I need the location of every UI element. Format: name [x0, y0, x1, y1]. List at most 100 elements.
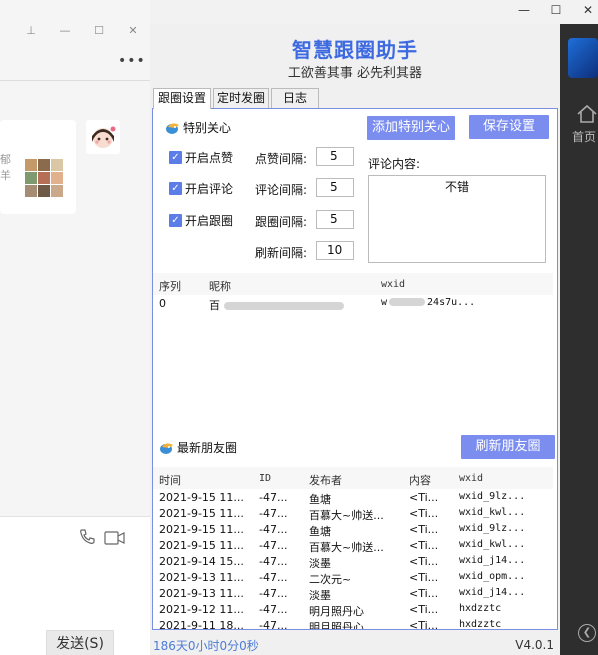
pin-icon[interactable]: ⊥: [24, 24, 38, 38]
cell-id: -47...: [259, 491, 288, 504]
checkbox-label: 开启评论: [185, 182, 234, 196]
cell-nickname: 百: [209, 297, 344, 313]
checkbox-label: 开启点赞: [185, 151, 234, 165]
table-row[interactable]: 2021-9-11 18... -47... 明月照丹心 <Ti... hxdz…: [153, 619, 553, 629]
cell-author: 淡墨: [309, 557, 331, 570]
col-wxid: wxid: [381, 279, 406, 290]
table-row[interactable]: 2021-9-15 11... -47... 鱼塘 <Ti... wxid_9l…: [153, 523, 553, 539]
cell-id: -47...: [259, 571, 288, 584]
cell-content: <Ti...: [409, 603, 439, 616]
refresh-moments-button[interactable]: 刷新朋友圈: [461, 435, 555, 459]
table-row[interactable]: 2021-9-13 11... -47... 淡墨 <Ti... wxid_j1…: [153, 587, 553, 603]
minimize-icon[interactable]: —: [58, 24, 72, 38]
cell-author: 明月照丹心: [309, 605, 364, 618]
tab-follow-settings[interactable]: 跟圈设置: [153, 88, 211, 109]
cell-author: 鱼塘: [309, 525, 331, 538]
chat-titlebar: ⊥ — ☐ ✕: [0, 18, 150, 48]
cell-time: 2021-9-13 11...: [159, 571, 244, 584]
like-interval-input[interactable]: 5: [316, 147, 354, 166]
cell-time: 2021-9-15 11...: [159, 539, 244, 552]
version-label: V4.0.1: [515, 638, 554, 652]
cell-content: <Ti...: [409, 507, 439, 520]
app-subtitle: 工欲善其事 必先利其器: [287, 66, 423, 81]
desktop: ⊥ — ☐ ✕ ••• 郁 羊 发送(S) — ☐ ✕ 首页 ❮ 智慧跟圈助手 …: [0, 0, 598, 655]
app-close-icon[interactable]: ✕: [580, 2, 596, 18]
phone-icon[interactable]: [78, 528, 96, 549]
table-row[interactable]: 2021-9-15 11... -47... 百慕大~帅送... <Ti... …: [153, 507, 553, 523]
chat-window: ⊥ — ☐ ✕ ••• 郁 羊 发送(S): [0, 0, 150, 655]
enable-follow-checkbox[interactable]: ✓ 开启跟圈: [169, 212, 233, 229]
table-row[interactable]: 2021-9-12 11... -47... 明月照丹心 <Ti... hxdz…: [153, 603, 553, 619]
moments-title: 最新朋友圈: [177, 441, 238, 455]
cell-time: 2021-9-12 11...: [159, 603, 244, 616]
message-text: 郁 羊: [0, 153, 11, 182]
add-special-care-button[interactable]: 添加特别关心: [367, 116, 455, 140]
cell-time: 2021-9-14 15...: [159, 555, 244, 568]
more-options-icon[interactable]: •••: [118, 53, 146, 69]
cell-wxid: wxid_j14...: [459, 555, 526, 566]
col-content: 内容: [409, 474, 431, 487]
follow-interval-input[interactable]: 5: [316, 210, 354, 229]
cell-author: 百慕大~帅送...: [309, 509, 384, 522]
cell-wxid: hxdzztc: [459, 603, 502, 614]
back-icon[interactable]: ❮: [578, 624, 596, 642]
cell-wxid: wxid_kwl...: [459, 507, 526, 518]
refresh-interval-input[interactable]: 10: [316, 241, 354, 260]
table-row[interactable]: 0 百 w 24s7u...: [153, 297, 553, 313]
cell-content: <Ti...: [409, 523, 439, 536]
table-row[interactable]: 2021-9-15 11... -47... 鱼塘 <Ti... wxid_9l…: [153, 491, 553, 507]
right-sidebar: 首页 ❮: [560, 24, 598, 655]
elapsed-time: 186天0小时0分0秒: [153, 639, 259, 653]
cell-id: -47...: [259, 555, 288, 568]
cell-wxid: w 24s7u...: [381, 297, 476, 308]
cell-time: 2021-9-11 18...: [159, 619, 244, 629]
follow-interval-label: 跟圈间隔:: [255, 215, 308, 229]
comment-content-label: 评论内容:: [368, 157, 421, 171]
comment-content-input[interactable]: 不错: [368, 175, 546, 263]
app-title: 智慧跟圈助手: [292, 38, 418, 62]
message-bubble[interactable]: 郁 羊: [0, 120, 76, 214]
cell-content: <Ti...: [409, 571, 439, 584]
status-bar: 186天0小时0分0秒 V4.0.1: [150, 634, 560, 655]
comment-interval-label: 评论间隔:: [255, 183, 308, 197]
bird-icon: [166, 122, 179, 134]
home-icon[interactable]: [576, 104, 598, 124]
app-window: 智慧跟圈助手 工欲善其事 必先利其器 跟圈设置 定时发圈 日志 特别关心 添加特…: [150, 24, 560, 655]
comment-interval-input[interactable]: 5: [316, 178, 354, 197]
col-nickname: 昵称: [209, 280, 231, 293]
app-maximize-icon[interactable]: ☐: [548, 2, 564, 18]
col-index: 序列: [159, 280, 181, 293]
video-call-icon[interactable]: [104, 531, 126, 548]
home-label[interactable]: 首页: [572, 128, 596, 145]
send-button[interactable]: 发送(S): [46, 630, 114, 655]
cell-content: <Ti...: [409, 555, 439, 568]
cell-content: <Ti...: [409, 587, 439, 600]
moments-table-header: 时间 ID 发布者 内容 wxid: [153, 467, 553, 489]
cell-time: 2021-9-13 11...: [159, 587, 244, 600]
enable-like-checkbox[interactable]: ✓ 开启点赞: [169, 149, 233, 166]
cell-author: 鱼塘: [309, 493, 331, 506]
close-icon[interactable]: ✕: [126, 24, 140, 38]
cell-content: <Ti...: [409, 619, 439, 629]
settings-panel: 特别关心 添加特别关心 保存设置 ✓ 开启点赞 ✓ 开启评论 ✓ 开启跟圈 点赞…: [152, 108, 558, 630]
cell-wxid: wxid_9lz...: [459, 523, 526, 534]
special-care-title: 特别关心: [183, 121, 232, 135]
cell-time: 2021-9-15 11...: [159, 507, 244, 520]
table-row[interactable]: 2021-9-13 11... -47... 二次元~ <Ti... wxid_…: [153, 571, 553, 587]
tab-log[interactable]: 日志: [271, 88, 319, 108]
save-settings-button[interactable]: 保存设置: [469, 115, 549, 139]
table-row[interactable]: 2021-9-14 15... -47... 淡墨 <Ti... wxid_j1…: [153, 555, 553, 571]
maximize-icon[interactable]: ☐: [92, 24, 106, 38]
avatar[interactable]: [86, 120, 120, 154]
cell-author: 明月照丹心: [309, 621, 364, 629]
table-row[interactable]: 2021-9-15 11... -47... 百慕大~帅送... <Ti... …: [153, 539, 553, 555]
col-author: 发布者: [309, 474, 342, 487]
cell-id: -47...: [259, 587, 288, 600]
app-minimize-icon[interactable]: —: [516, 2, 532, 18]
cell-author: 二次元~: [309, 573, 352, 586]
col-wxid: wxid: [459, 473, 484, 484]
image-grid[interactable]: [25, 159, 63, 197]
tab-scheduled-post[interactable]: 定时发圈: [213, 88, 269, 108]
cell-id: -47...: [259, 523, 288, 536]
enable-comment-checkbox[interactable]: ✓ 开启评论: [169, 180, 233, 197]
